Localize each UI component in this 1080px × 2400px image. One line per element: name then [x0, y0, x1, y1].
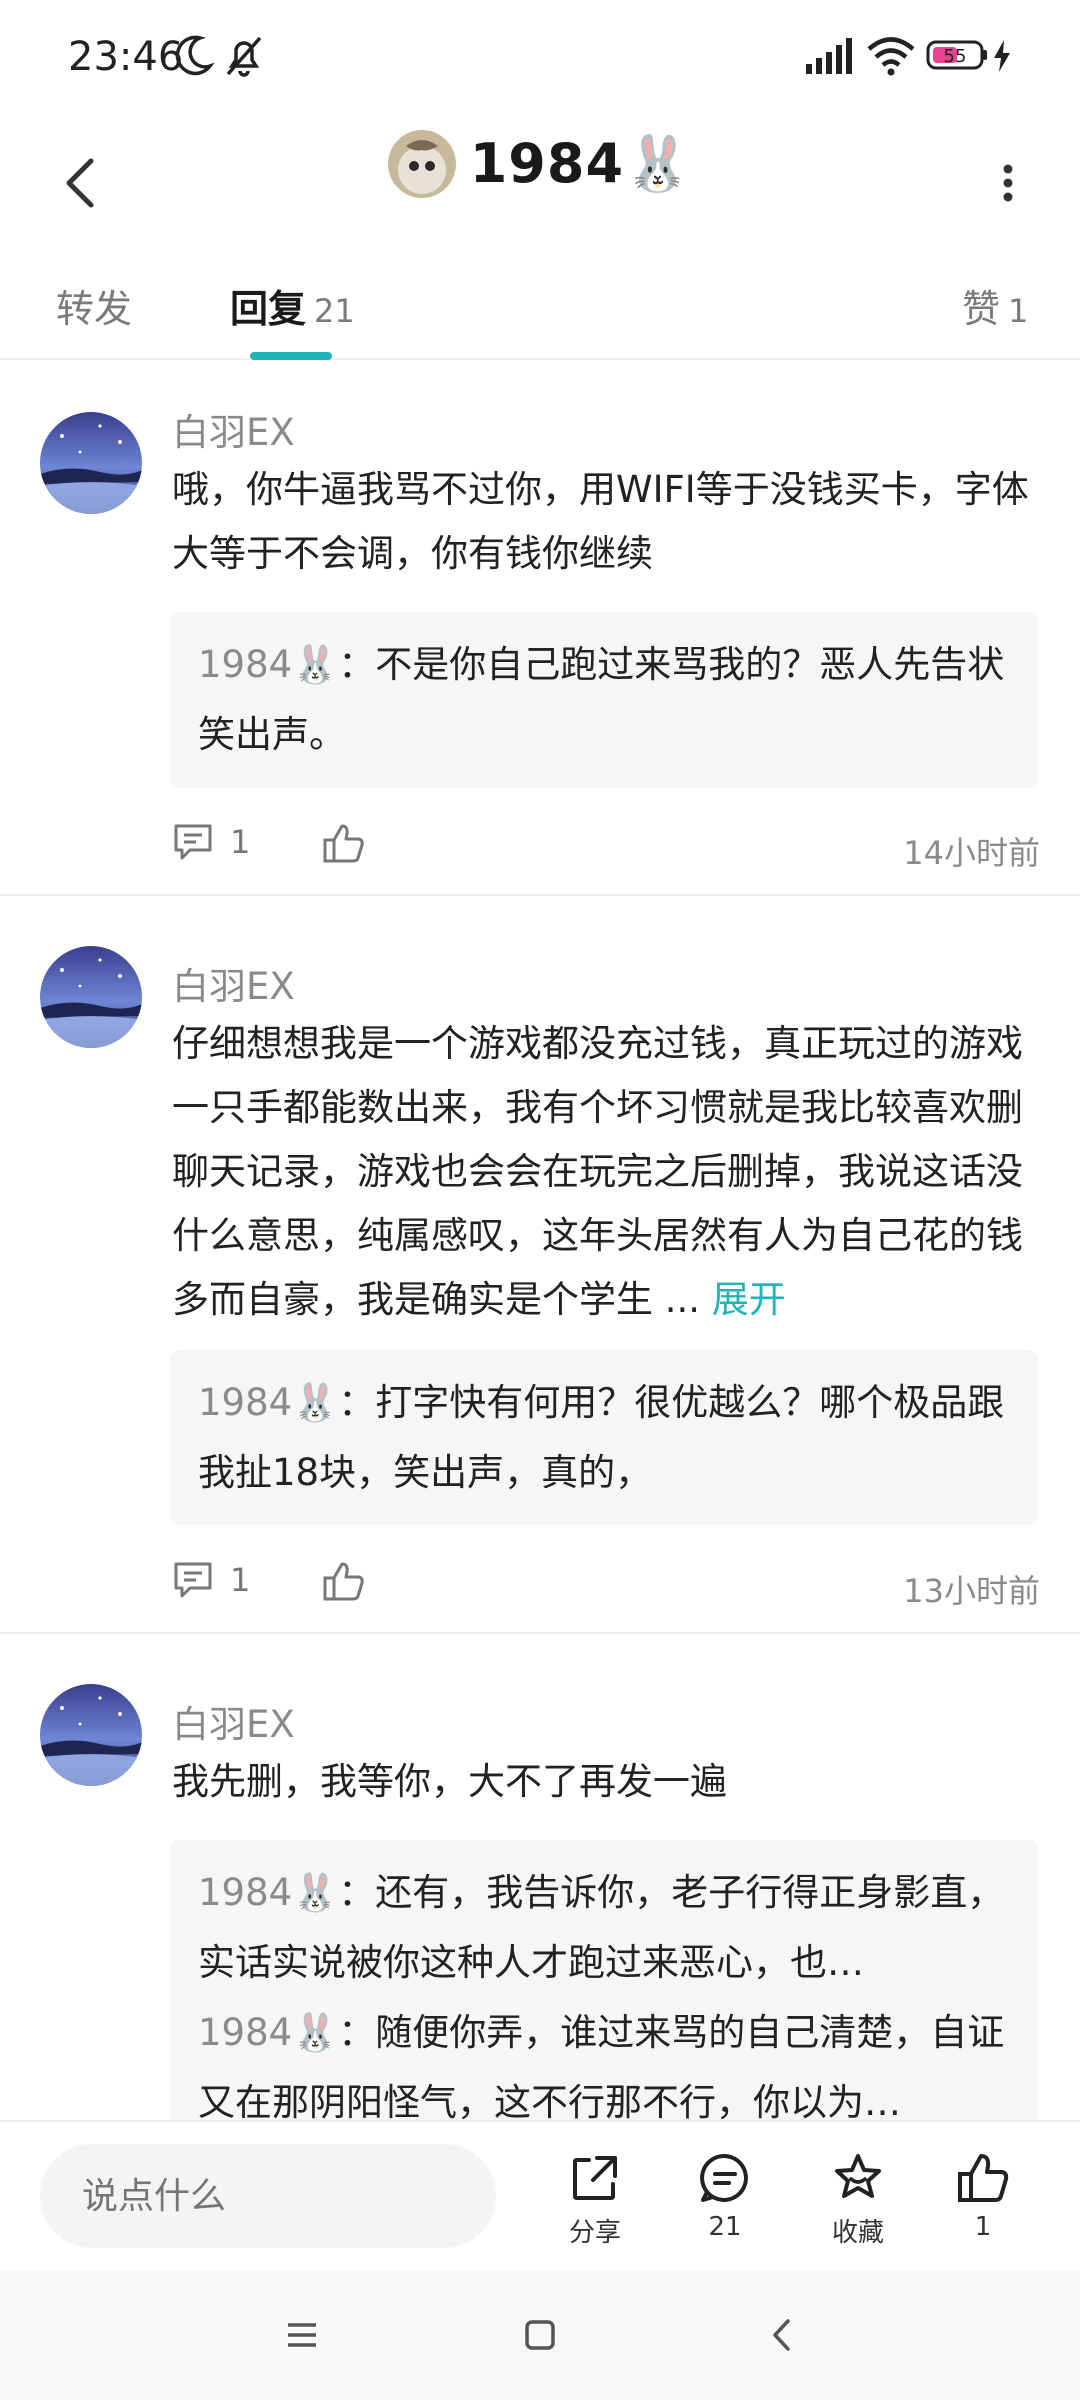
avatar[interactable]: [40, 946, 142, 1048]
charging-icon: [992, 40, 1012, 76]
avatar[interactable]: [40, 412, 142, 514]
tab-forward[interactable]: 转发: [56, 278, 132, 333]
comment-item: 白羽EX 仔细想想我是一个游戏都没充过钱，真正玩过的游戏一只手都能数出来，我有个…: [0, 896, 1080, 1634]
active-tab-indicator: [250, 352, 332, 360]
comment-time: 13小时前: [903, 1572, 1040, 1610]
comment-text: 哦，你牛逼我骂不过你，用WIFI等于没钱买卡，字体大等于不会调，你有钱你继续: [172, 468, 1029, 575]
reply-count: 1: [230, 823, 251, 861]
battery-level: 55: [944, 46, 967, 67]
comment-icon: [174, 1562, 212, 1598]
comment-actions: 1 13小时前: [172, 1560, 1040, 1620]
comment-time: 14小时前: [903, 834, 1040, 872]
share-button[interactable]: 分享: [545, 2150, 645, 2249]
like-button[interactable]: 1: [933, 2150, 1033, 2242]
reply-item: 1984🐰：还有，我告诉你，老子行得正身影直，实话实说被你这种人才跑过来恶心，也…: [198, 1858, 1010, 1998]
like-count: 1: [974, 2212, 992, 2242]
tab-forward-label: 转发: [56, 287, 133, 331]
chevron-left-icon: [773, 2319, 790, 2351]
expand-link[interactable]: 展开: [712, 1278, 786, 1321]
reply-button[interactable]: 1: [172, 1560, 250, 1600]
reply-button[interactable]: 1: [172, 822, 250, 862]
reply-count: 1: [230, 1561, 251, 1599]
avatar[interactable]: [387, 130, 456, 198]
tab-likes[interactable]: 赞1: [962, 278, 1028, 333]
comment-author[interactable]: 白羽EX: [172, 956, 295, 1010]
more-button[interactable]: [968, 138, 1048, 228]
like-button[interactable]: [322, 1560, 366, 1606]
more-vertical-icon: [1003, 164, 1013, 202]
favorite-button[interactable]: 收藏: [808, 2150, 908, 2249]
reply-item: 1984🐰：随便你弄，谁过来骂的自己清楚，自证又在那阴阳怪气，这不行那不行，你以…: [198, 1998, 1010, 2138]
reply-user[interactable]: 1984🐰: [198, 2011, 338, 2054]
system-nav-bar: [0, 2270, 1080, 2400]
thumbs-up-icon: [958, 2154, 1009, 2202]
reply-user[interactable]: 1984🐰: [198, 643, 338, 686]
comment-actions: 1 14小时前: [172, 822, 1040, 882]
comment-author[interactable]: 白羽EX: [172, 402, 295, 456]
home-button[interactable]: [510, 2310, 570, 2360]
page-title: 1984🐰: [469, 132, 693, 195]
comment-item: 白羽EX 哦，你牛逼我骂不过你，用WIFI等于没钱买卡，字体大等于不会调，你有钱…: [0, 362, 1080, 896]
header-center: 1984🐰: [0, 130, 1080, 198]
comment-text: 仔细想想我是一个游戏都没充过钱，真正玩过的游戏一只手都能数出来，我有个坏习惯就是…: [172, 1012, 1040, 1332]
comment-text: 我先删，我等你，大不了再发一遍: [172, 1760, 727, 1803]
comment-icon: [174, 824, 212, 860]
menu-icon: [288, 2323, 316, 2347]
reply-preview[interactable]: 1984🐰：不是你自己跑过来骂我的？恶人先告状笑出声。: [170, 612, 1038, 788]
tab-replies[interactable]: 回复 21: [230, 278, 355, 333]
share-label: 分享: [568, 2218, 621, 2248]
menu-button[interactable]: [272, 2310, 332, 2360]
system-back-button[interactable]: [752, 2310, 812, 2360]
tab-bar: 转发 回复 21 赞1: [0, 268, 1080, 360]
avatar[interactable]: [40, 1684, 142, 1786]
battery-icon: 55: [926, 40, 988, 74]
comment-body: 仔细想想我是一个游戏都没充过钱，真正玩过的游戏一只手都能数出来，我有个坏习惯就是…: [172, 1022, 1023, 1321]
thumbs-up-icon: [323, 1562, 364, 1601]
tab-likes-count: 1: [1008, 292, 1029, 330]
comment-bubble-icon: [700, 2153, 748, 2202]
comment-author[interactable]: 白羽EX: [172, 1694, 295, 1748]
square-icon: [525, 2320, 555, 2350]
signal-icon: [806, 38, 854, 78]
comment-input[interactable]: [40, 2144, 496, 2248]
bell-off-icon: [224, 34, 264, 82]
reply-preview[interactable]: 1984🐰：打字快有何用？很优越么？哪个极品跟我扯18块，笑出声，真的，: [170, 1350, 1038, 1526]
tab-replies-count: 21: [314, 292, 355, 330]
reply-user[interactable]: 1984🐰: [198, 1381, 338, 1424]
favorite-label: 收藏: [831, 2218, 884, 2248]
reply-item: 1984🐰：不是你自己跑过来骂我的？恶人先告状笑出声。: [198, 630, 1010, 770]
status-bar: 23:46 55: [0, 0, 1080, 118]
header: 1984🐰: [0, 118, 1080, 268]
tab-likes-label: 赞: [962, 287, 1001, 331]
moon-icon: [174, 34, 215, 82]
status-time: 23:46: [68, 34, 184, 80]
comments-button[interactable]: 21: [675, 2150, 775, 2242]
share-icon: [573, 2156, 617, 2200]
tab-replies-label: 回复: [230, 287, 307, 331]
wifi-icon: [866, 36, 916, 80]
star-icon: [835, 2154, 881, 2198]
like-button[interactable]: [322, 822, 366, 868]
comment-item: 白羽EX 我先删，我等你，大不了再发一遍 1984🐰：还有，我告诉你，老子行得正…: [0, 1634, 1080, 2140]
thumbs-up-icon: [323, 824, 364, 863]
bottom-action-bar: 分享 21 收藏 1: [0, 2120, 1080, 2270]
reply-item: 1984🐰：打字快有何用？很优越么？哪个极品跟我扯18块，笑出声，真的，: [198, 1368, 1010, 1508]
comments-count: 21: [708, 2212, 742, 2242]
reply-user[interactable]: 1984🐰: [198, 1871, 338, 1914]
reply-preview[interactable]: 1984🐰：还有，我告诉你，老子行得正身影直，实话实说被你这种人才跑过来恶心，也…: [170, 1840, 1038, 2140]
